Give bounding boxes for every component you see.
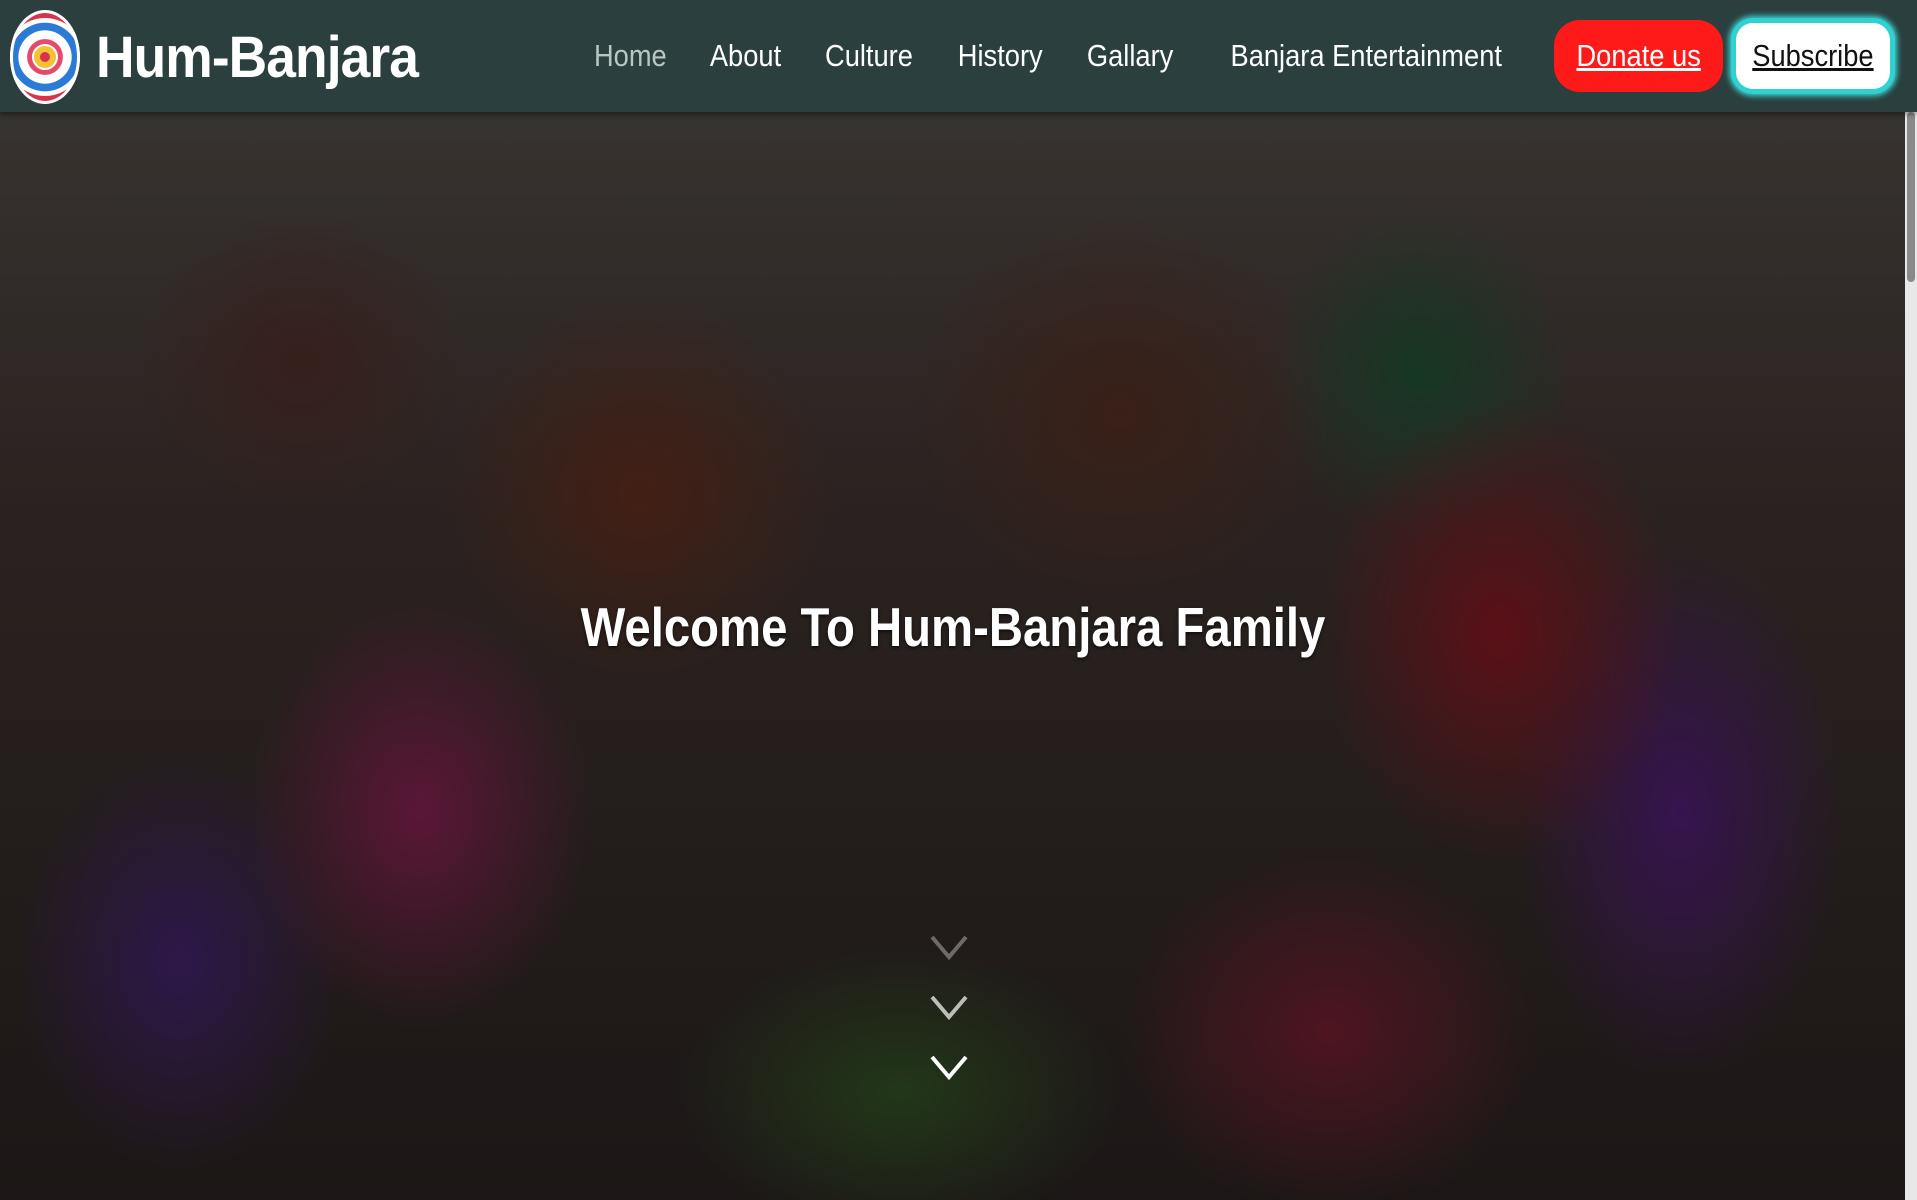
hum-banjara-logo-icon	[10, 10, 80, 104]
main-nav: Home About Culture History Gallary Banja…	[589, 0, 1917, 112]
nav-banjara-entertainment[interactable]: Banjara Entertainment	[1231, 38, 1502, 74]
page: Hum-Banjara Home About Culture History G…	[0, 0, 1917, 1200]
subscribe-button[interactable]: Subscribe	[1731, 18, 1895, 94]
scrollbar-thumb[interactable]	[1907, 112, 1915, 282]
nav-culture[interactable]: Culture	[825, 38, 913, 74]
subscribe-button-label: Subscribe	[1752, 38, 1874, 73]
brand-name: Hum-Banjara	[96, 24, 419, 90]
nav-history[interactable]: History	[957, 38, 1042, 74]
page-scrollbar[interactable]	[1905, 112, 1917, 1200]
brand-link[interactable]: Hum-Banjara	[10, 10, 446, 104]
hero-title-text: Welcome To Hum-Banjara Family	[580, 595, 1325, 658]
hero-section: Welcome To Hum-Banjara Family	[0, 112, 1905, 1200]
donate-button-label: Donate us	[1576, 38, 1701, 73]
navbar: Hum-Banjara Home About Culture History G…	[0, 0, 1917, 112]
nav-gallary[interactable]: Gallary	[1087, 38, 1173, 74]
nav-home[interactable]: Home	[594, 38, 667, 74]
donate-button[interactable]: Donate us	[1553, 20, 1724, 92]
hero-title: Welcome To Hum-Banjara Family	[0, 595, 1905, 659]
nav-about[interactable]: About	[710, 38, 781, 74]
chevrons-down-icon[interactable]	[926, 927, 972, 1097]
